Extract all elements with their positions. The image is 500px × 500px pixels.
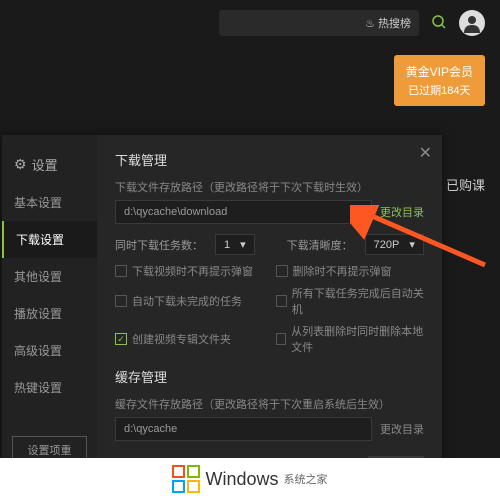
cb-create-album-folder[interactable]: ✓ 创建视频专辑文件夹 bbox=[115, 323, 264, 355]
download-path-label: 下载文件存放路径（更改路径将于下次下载时生效） bbox=[115, 179, 424, 195]
windows-logo-icon bbox=[172, 465, 200, 493]
checkbox-icon bbox=[276, 265, 288, 277]
cb-delete-local[interactable]: 从列表删除时同时删除本地文件 bbox=[276, 323, 425, 355]
settings-sidebar: ⚙ 设置 基本设置 下载设置 其他设置 播放设置 高级设置 热键设置 设置项重置 bbox=[2, 135, 97, 465]
purchased-label: 已购课 bbox=[446, 175, 485, 194]
chevron-down-icon: ▾ bbox=[240, 238, 246, 251]
avatar[interactable] bbox=[459, 10, 485, 36]
gear-icon: ⚙ bbox=[14, 156, 27, 173]
tab-download[interactable]: 下载设置 bbox=[2, 221, 97, 258]
search-box[interactable]: ♨ 热搜榜 bbox=[219, 10, 419, 36]
vip-title: 黄金VIP会员 bbox=[406, 63, 473, 80]
tab-basic[interactable]: 基本设置 bbox=[2, 184, 97, 221]
cb-auto-resume[interactable]: 自动下载未完成的任务 bbox=[115, 285, 264, 317]
cb-shutdown-after[interactable]: 所有下载任务完成后自动关机 bbox=[276, 285, 425, 317]
change-download-dir-link[interactable]: 更改目录 bbox=[380, 204, 424, 220]
hot-search-button[interactable]: ♨ 热搜榜 bbox=[365, 15, 411, 31]
fire-icon: ♨ bbox=[365, 17, 375, 30]
watermark-sub: 系统之家 bbox=[284, 471, 328, 487]
checkbox-icon bbox=[276, 333, 287, 345]
checkbox-checked-icon: ✓ bbox=[115, 333, 127, 345]
search-icon[interactable] bbox=[431, 14, 447, 33]
tab-other[interactable]: 其他设置 bbox=[2, 258, 97, 295]
settings-title: ⚙ 设置 bbox=[2, 145, 97, 184]
tab-play[interactable]: 播放设置 bbox=[2, 295, 97, 332]
concurrent-label: 同时下载任务数： bbox=[115, 237, 203, 253]
checkbox-icon bbox=[115, 295, 127, 307]
vip-badge[interactable]: 黄金VIP会员 已过期184天 bbox=[394, 55, 485, 106]
cache-section-title: 缓存管理 bbox=[115, 367, 424, 386]
cache-path-input[interactable]: d:\qycache bbox=[115, 417, 372, 441]
tab-advanced[interactable]: 高级设置 bbox=[2, 332, 97, 369]
download-path-input[interactable]: d:\qycache\download bbox=[115, 200, 372, 224]
cb-delete-prompt[interactable]: 删除时不再提示弹窗 bbox=[276, 263, 425, 279]
watermark: Windows 系统之家 bbox=[0, 458, 500, 500]
settings-panel: ✕ ⚙ 设置 基本设置 下载设置 其他设置 播放设置 高级设置 热键设置 设置项… bbox=[2, 135, 442, 465]
tab-hotkey[interactable]: 热键设置 bbox=[2, 369, 97, 406]
hot-search-label: 热搜榜 bbox=[378, 15, 411, 31]
change-cache-dir-link[interactable]: 更改目录 bbox=[380, 421, 424, 437]
settings-content: 下载管理 下载文件存放路径（更改路径将于下次下载时生效） d:\qycache\… bbox=[97, 135, 442, 465]
concurrent-select[interactable]: 1 ▾ bbox=[215, 234, 255, 255]
cache-path-label: 缓存文件存放路径（更改路径将于下次重启系统后生效） bbox=[115, 396, 424, 412]
close-icon[interactable]: ✕ bbox=[419, 143, 432, 163]
chevron-down-icon: ▾ bbox=[409, 238, 415, 251]
download-section-title: 下载管理 bbox=[115, 150, 424, 169]
vip-expire: 已过期184天 bbox=[406, 82, 473, 98]
quality-select[interactable]: 720P ▾ bbox=[365, 234, 424, 255]
checkbox-icon bbox=[115, 265, 127, 277]
checkbox-icon bbox=[276, 295, 287, 307]
watermark-brand: Windows bbox=[205, 469, 278, 490]
cb-download-prompt[interactable]: 下载视频时不再提示弹窗 bbox=[115, 263, 264, 279]
quality-label: 下载清晰度： bbox=[287, 237, 353, 253]
